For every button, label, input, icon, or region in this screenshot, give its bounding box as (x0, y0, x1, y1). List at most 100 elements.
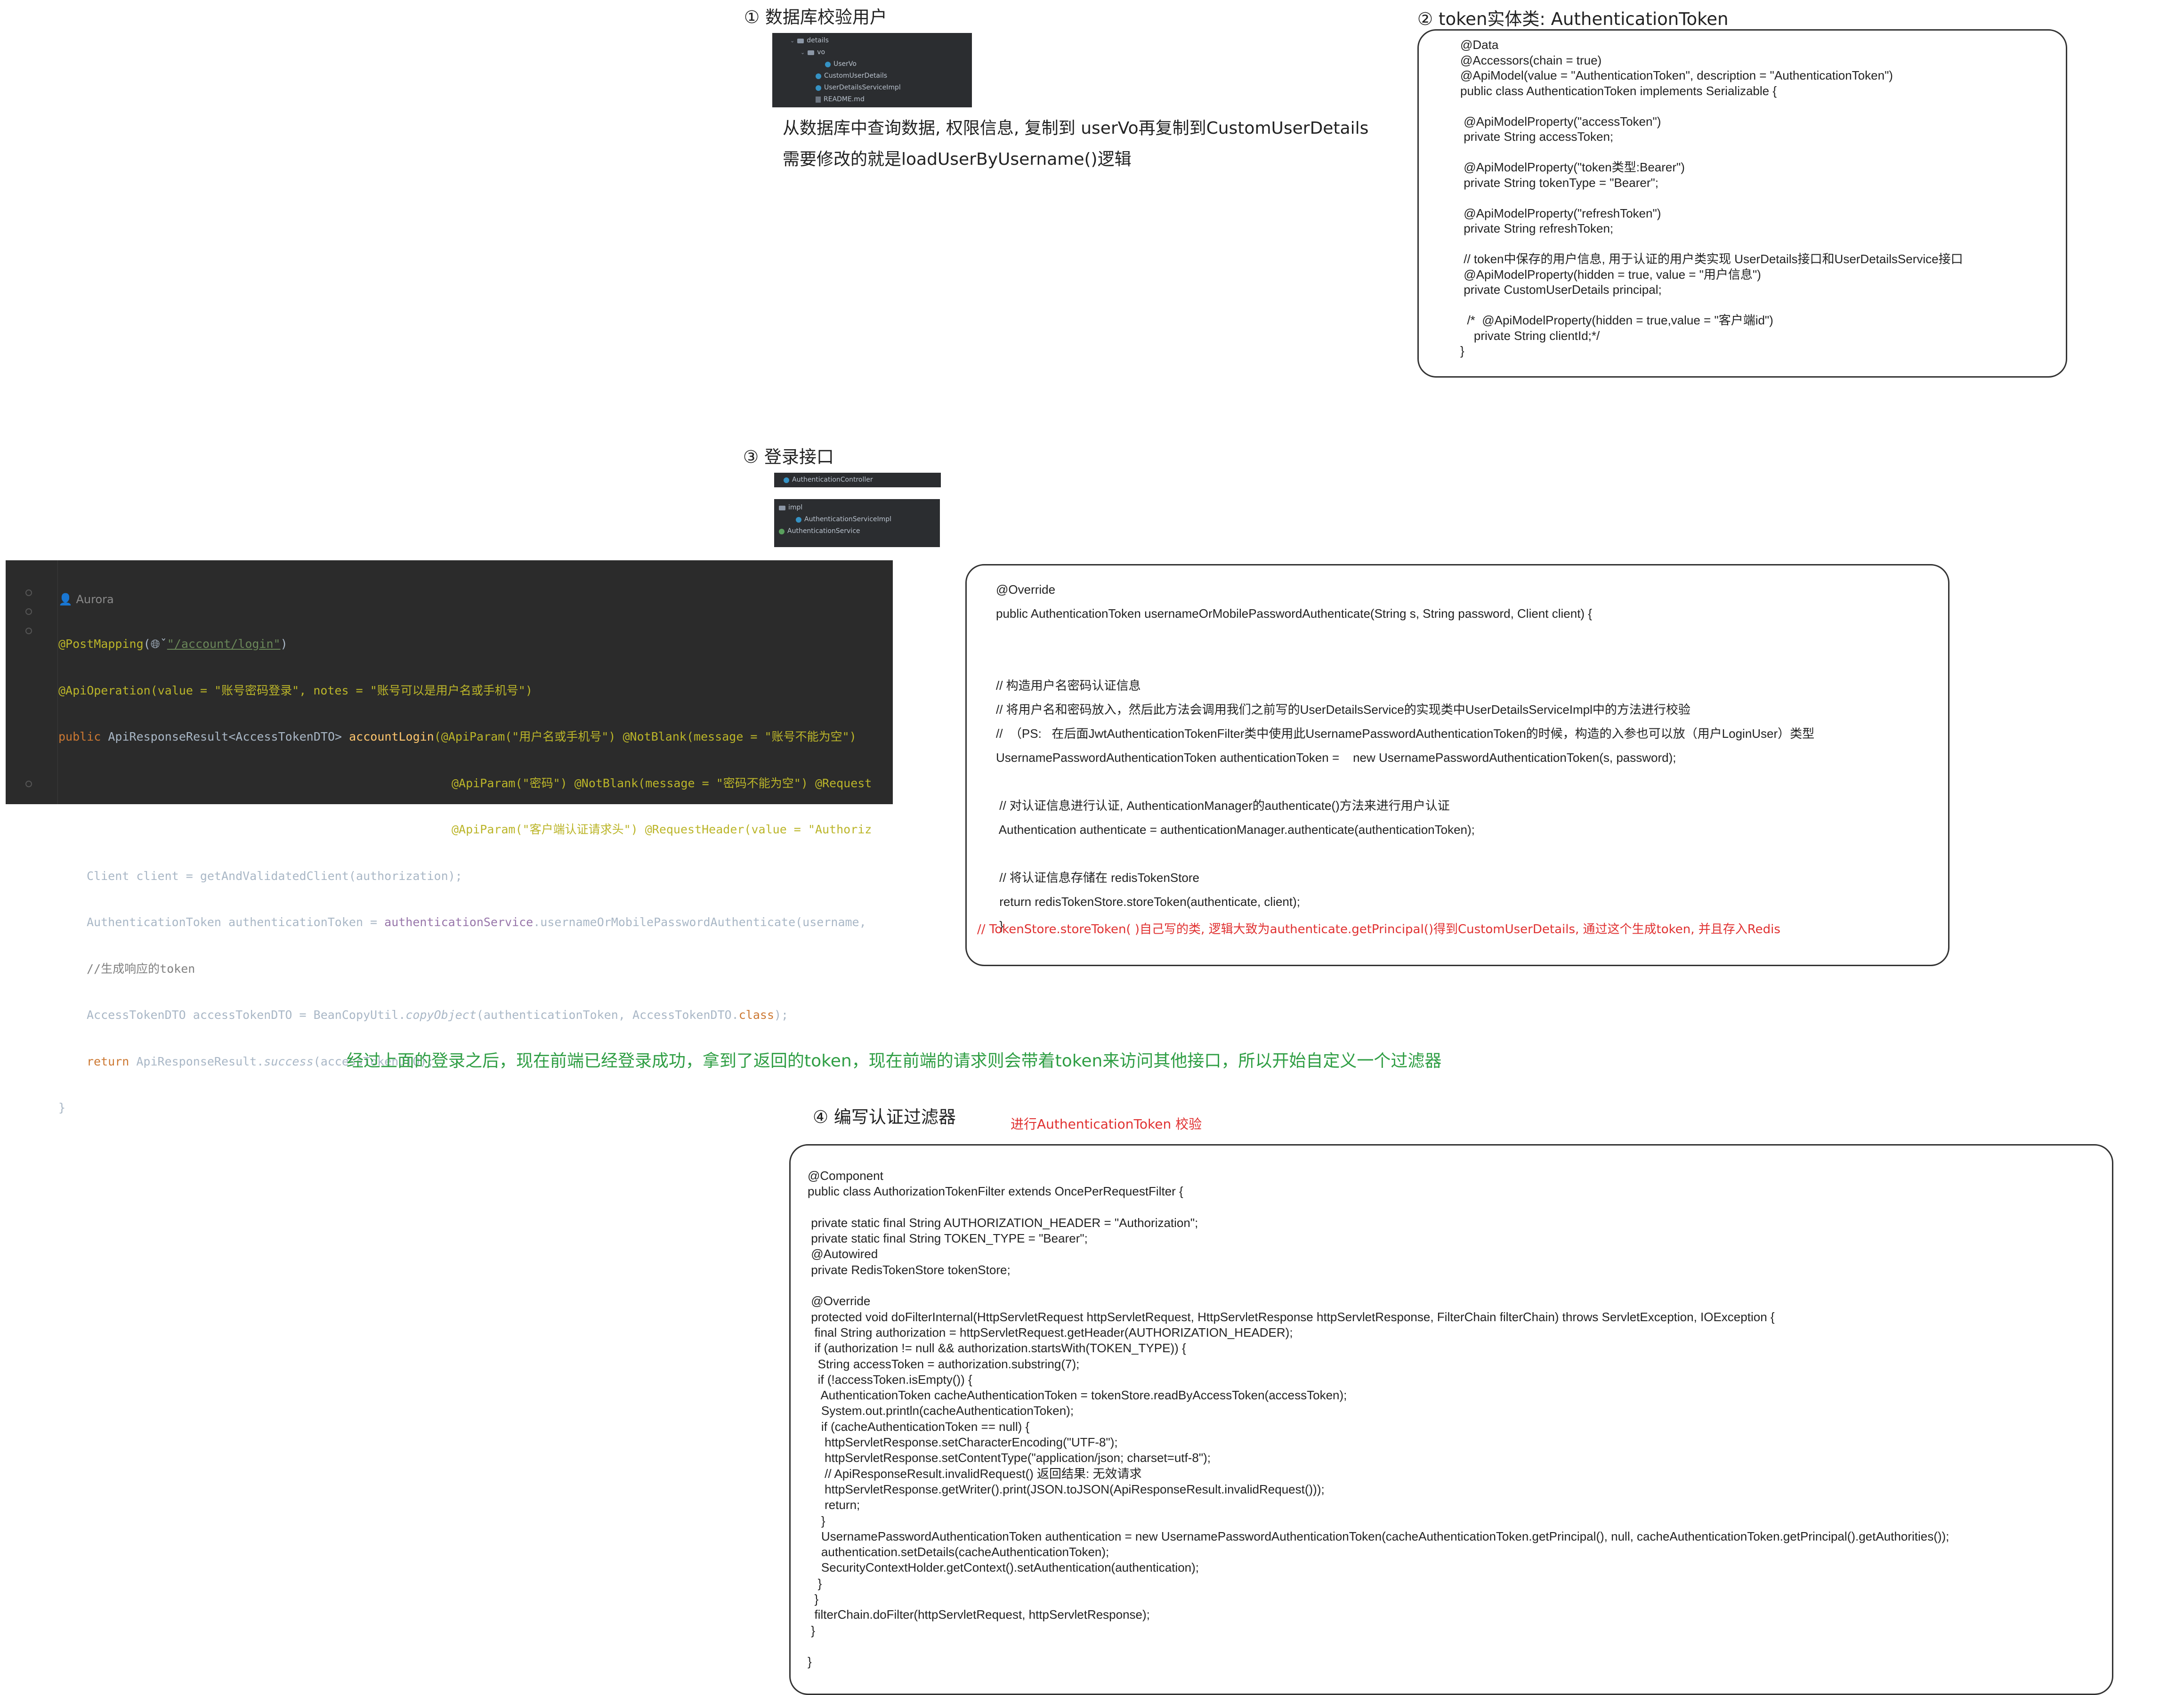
gutter-marker-icon (25, 589, 32, 596)
code-line: @Override (808, 1294, 871, 1308)
code-line: /* @ApiModelProperty(hidden = true,value… (1460, 313, 1773, 327)
code-line: // （PS: 在后面JwtAuthenticationTokenFilter类… (996, 726, 1815, 741)
tree-item-label: vo (817, 48, 825, 56)
tree-item[interactable]: AuthenticationController (784, 474, 931, 486)
code-line: public class AuthorizationTokenFilter ex… (808, 1184, 1183, 1199)
code-line: System.out.println(cacheAuthenticationTo… (808, 1404, 1074, 1418)
tree-item-label: impl (788, 504, 803, 511)
tree-item[interactable]: impl (779, 502, 935, 514)
code-line: return redisTokenStore.storeToken(authen… (996, 895, 1301, 909)
code-line: if (authorization != null && authorizati… (808, 1341, 1186, 1356)
s3-file-tree-top: AuthenticationController (774, 473, 941, 487)
interface-icon (779, 528, 785, 534)
tree-item[interactable]: UserDetailsServiceImpl (776, 82, 968, 94)
code-line: UsernamePasswordAuthenticationToken auth… (996, 751, 1676, 765)
code-line: @Data (1460, 38, 1499, 52)
code-line: @ApiModelProperty(hidden = true, value =… (1460, 267, 1761, 282)
code-line: AuthenticationToken cacheAuthenticationT… (808, 1388, 1347, 1403)
globe-icon: 🌐︎ˇ (150, 637, 167, 651)
code-line: 👤 Aurora (58, 591, 893, 607)
tree-item[interactable]: README.md (776, 94, 968, 105)
tree-item[interactable]: ⌄ details (776, 35, 968, 47)
code-line: AuthenticationToken authenticationToken … (87, 915, 866, 929)
gutter-marker-icon (25, 628, 32, 634)
code-line: // 将认证信息存储在 redisTokenStore (996, 871, 1199, 885)
code-line: @Component (808, 1169, 883, 1183)
code-line: httpServletResponse.setContentType("appl… (808, 1451, 1211, 1465)
class-icon (825, 61, 831, 67)
code-line: httpServletResponse.getWriter().print(JS… (808, 1482, 1325, 1496)
code-line: protected void doFilterInternal(HttpServ… (808, 1309, 1775, 1324)
section-4-subtitle: 进行AuthenticationToken 校验 (1011, 1116, 1202, 1132)
tree-item[interactable]: CustomUserDetails (776, 70, 968, 82)
tree-item-label: README.md (824, 96, 865, 103)
tree-item[interactable]: UserVo (776, 58, 968, 70)
code-line: } (808, 1592, 819, 1606)
code-line: private String accessToken; (1460, 129, 1614, 144)
code-line: @Autowired (808, 1247, 878, 1261)
transition-note: 经过上面的登录之后，现在前端已经登录成功，拿到了返回的token，现在前端的请求… (347, 1051, 1442, 1071)
tree-item-label: UserDetailsServiceImpl (824, 84, 901, 91)
code-line: private RedisTokenStore tokenStore; (808, 1262, 1011, 1277)
chevron-down-icon: ⌄ (801, 49, 805, 56)
code-line: @ApiOperation(value = "账号密码登录", notes = … (58, 683, 533, 697)
s3-file-tree-bottom: impl AuthenticationServiceImpl Authentic… (774, 499, 940, 547)
code-line: @ApiModel(value = "AuthenticationToken",… (1460, 68, 1893, 82)
s2-code-lines: @Data @Accessors(chain = true) @ApiModel(v… (1460, 37, 1963, 359)
section-3-title: ③ 登录接口 (743, 447, 834, 467)
folder-icon (808, 50, 815, 55)
code-line: @ApiModelProperty("refreshToken") (1460, 206, 1661, 220)
code-line: Authentication authenticate = authentica… (996, 823, 1475, 837)
tree-item-label: AuthenticationServiceImpl (804, 516, 892, 523)
gutter-marker-icon (25, 608, 32, 615)
code-line: @Accessors(chain = true) (1460, 53, 1602, 67)
code-line: final String authorization = httpServlet… (808, 1325, 1293, 1340)
code-line: Client client = getAndValidatedClient(au… (87, 869, 462, 883)
code-line: @ApiParam("密码") @NotBlank(message = "密码不… (452, 776, 872, 790)
code-line: // 构造用户名密码认证信息 (996, 678, 1141, 693)
code-line: } (808, 1655, 812, 1669)
endpoint-link[interactable]: "/account/login" (167, 637, 281, 651)
code-line: filterChain.doFilter(httpServletRequest,… (808, 1607, 1150, 1622)
tree-item-label: UserVo (833, 60, 857, 68)
folder-icon (779, 505, 785, 510)
tree-item[interactable]: AuthenticationServiceImpl (779, 514, 935, 525)
gutter-marker-icon (25, 781, 32, 787)
s4-code-lines: @Component public class AuthorizationToke… (808, 1168, 1949, 1670)
code-line: //生成响应的token (87, 961, 195, 976)
tree-item-label: CustomUserDetails (824, 72, 888, 80)
code-line: SecurityContextHolder.getContext().setAu… (808, 1560, 1199, 1575)
code-line: } (1460, 344, 1464, 358)
s3-code-lines: @Override public AuthenticationToken user… (996, 578, 1814, 938)
tree-item-label: AuthenticationService (787, 527, 860, 535)
class-icon (816, 85, 821, 91)
code-line: AccessTokenDTO accessTokenDTO = BeanCopy… (87, 1008, 789, 1022)
code-line: if (!accessToken.isEmpty()) { (808, 1372, 972, 1387)
tree-item[interactable]: AuthenticationService (779, 525, 935, 537)
tree-item[interactable]: ⌄ vo (776, 47, 968, 58)
class-icon (816, 73, 821, 79)
tree-item-label: AuthenticationController (792, 476, 873, 484)
code-line: public AuthenticationToken usernameOrMob… (996, 606, 1592, 621)
folder-icon (797, 38, 804, 43)
code-line: httpServletResponse.setCharacterEncoding… (808, 1435, 1118, 1450)
tree-item-label: details (807, 37, 829, 44)
s1-note-2: 需要修改的就是loadUserByUsername()逻辑 (783, 150, 1132, 169)
code-line: @ApiParam("客户端认证请求头") @RequestHeader(val… (452, 823, 872, 836)
code-line: } (808, 1513, 825, 1528)
section-4-title: ④ 编写认证过滤器 (813, 1107, 956, 1127)
code-line: } (808, 1576, 822, 1590)
code-line: // 将用户名和密码放入，然后此方法会调用我们之前写的UserDetailsSe… (996, 702, 1691, 717)
code-line: // 对认证信息进行认证, AuthenticationManager的auth… (996, 799, 1450, 813)
code-line: if (cacheAuthenticationToken == null) { (808, 1419, 1030, 1434)
s1-note-1: 从数据库中查询数据, 权限信息, 复制到 userVo再复制到CustomUse… (783, 119, 1369, 138)
